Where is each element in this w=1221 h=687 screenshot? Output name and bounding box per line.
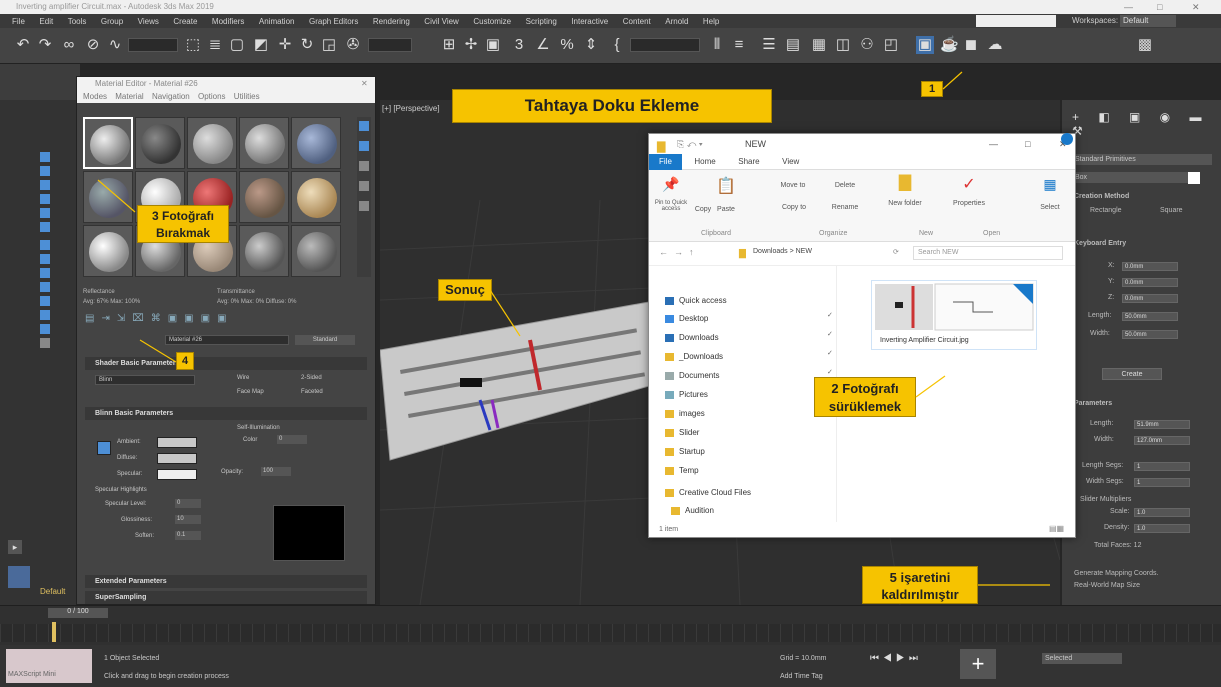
callout-leaders [97,71,1050,586]
